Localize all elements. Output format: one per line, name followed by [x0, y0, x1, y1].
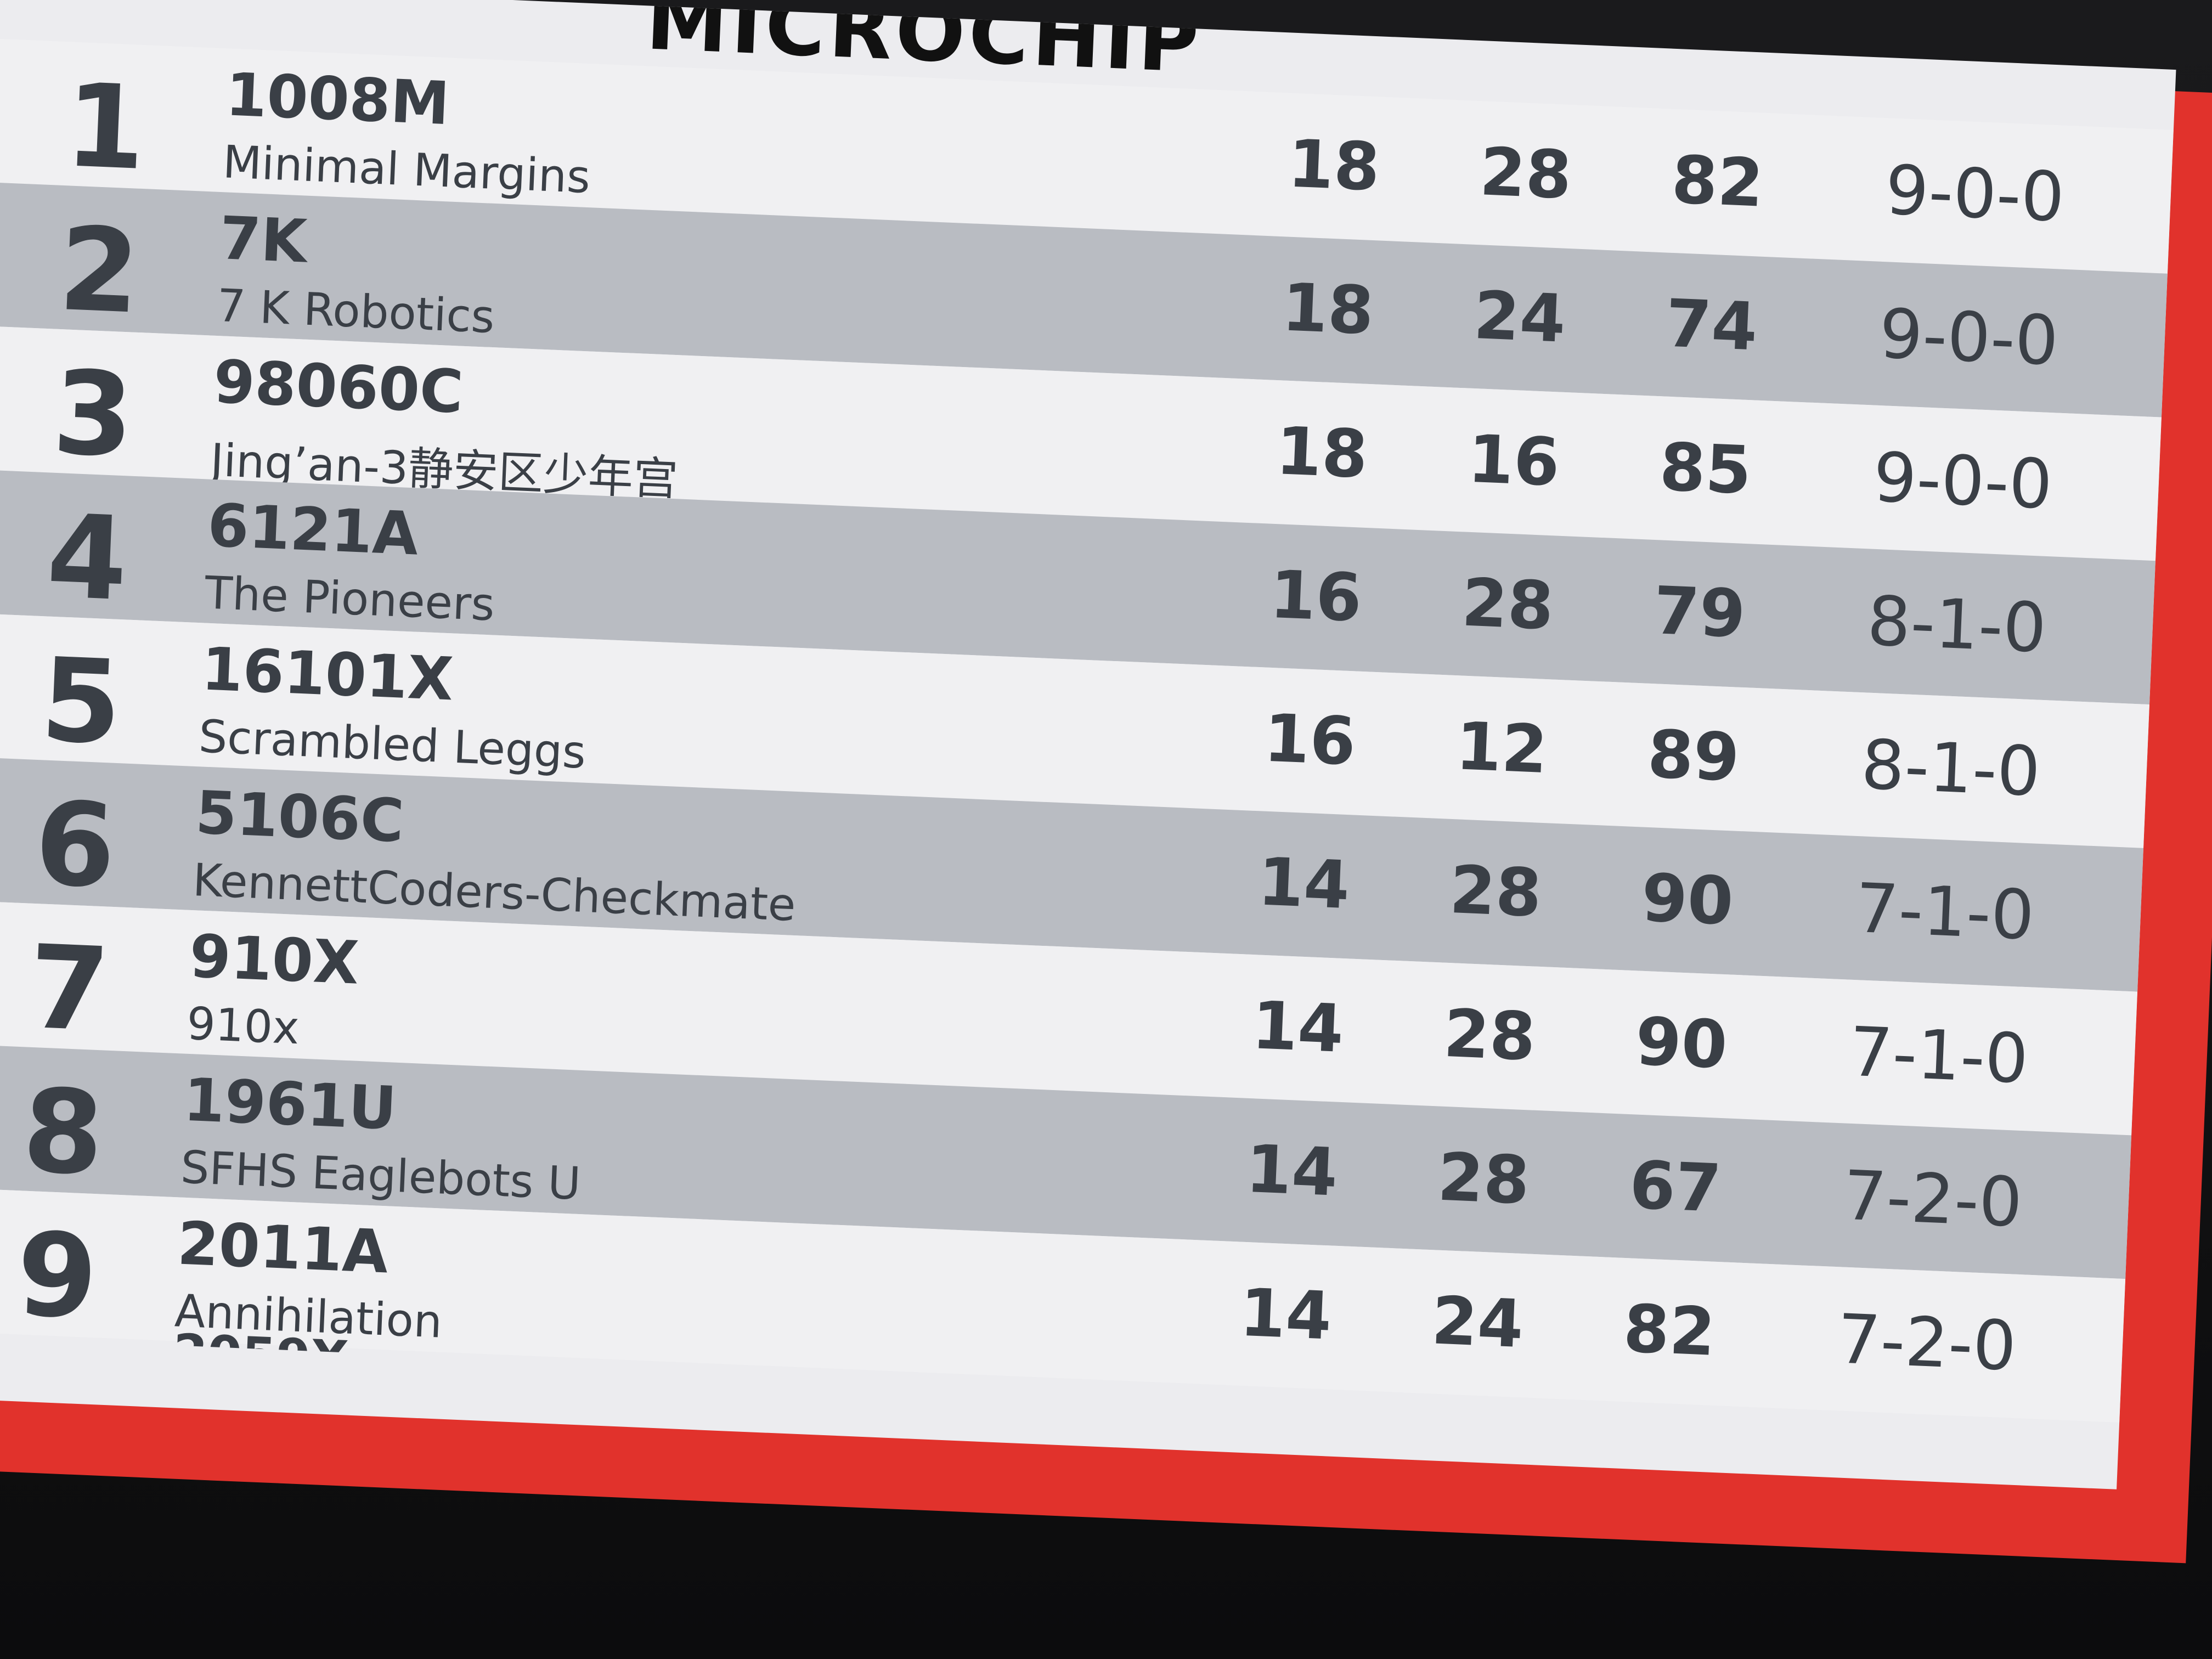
stat-wp: 14 [1256, 844, 1351, 924]
win-loss-tie: 7-2-0 [1836, 1300, 2018, 1386]
win-loss-tie: 8-1-0 [1859, 725, 2042, 812]
win-loss-tie: 7-1-0 [1847, 1012, 2030, 1099]
win-loss-tie: 7-2-0 [1842, 1156, 2024, 1243]
team-name: The Pioneers [204, 567, 496, 631]
team-name: 7 K Robotics [216, 279, 496, 344]
rank-number: 7 [26, 919, 112, 1058]
stat-wp: 18 [1286, 126, 1381, 206]
stat-sp: 90 [1634, 1003, 1729, 1084]
team-number: 1008M [224, 60, 451, 139]
team-number: 5106C [194, 778, 405, 856]
team-number: 16101X [200, 635, 455, 714]
team-number: 98060C [212, 347, 465, 427]
stat-wp: 14 [1238, 1274, 1333, 1355]
rank-number: 1 [62, 58, 149, 196]
stat-ap: 28 [1460, 565, 1555, 645]
stat-sp: 89 [1646, 716, 1741, 797]
rank-number: 3 [50, 345, 137, 483]
stat-ap: 16 [1466, 421, 1561, 501]
stat-ap: 24 [1430, 1283, 1525, 1363]
standings-screen: MICROCHIP 1 1008M Minimal Margins 18 28 … [0, 0, 2176, 1489]
stat-sp: 82 [1622, 1290, 1717, 1371]
stat-wp: 16 [1262, 700, 1357, 781]
win-loss-tie: 7-1-0 [1853, 869, 2036, 956]
stat-sp: 85 [1658, 429, 1753, 510]
rank-number: 2 [56, 201, 143, 340]
team-number: 6121A [206, 491, 420, 569]
stat-sp: 82 [1670, 142, 1765, 222]
rank-number: 6 [32, 776, 119, 914]
stat-sp: 74 [1664, 285, 1759, 366]
rank-number: 5 [38, 633, 125, 771]
stat-sp: 90 [1640, 860, 1735, 940]
stat-sp: 79 [1652, 573, 1747, 653]
rank-number: 9 [14, 1207, 100, 1345]
win-loss-tie: 9-0-0 [1871, 438, 2054, 525]
win-loss-tie: 8-1-0 [1865, 582, 2048, 669]
stat-ap: 12 [1454, 708, 1549, 789]
stat-ap: 28 [1448, 852, 1543, 932]
stat-ap: 24 [1472, 277, 1567, 358]
stat-wp: 14 [1250, 988, 1345, 1068]
win-loss-tie: 9-0-0 [1883, 151, 2066, 238]
stat-wp: 16 [1268, 556, 1363, 637]
stat-ap: 28 [1478, 134, 1573, 215]
stat-wp: 14 [1244, 1131, 1339, 1211]
photo-scene: MICROCHIP 1 1008M Minimal Margins 18 28 … [0, 0, 2212, 1659]
team-number: 7K [218, 204, 308, 276]
team-number: 1961U [182, 1065, 398, 1143]
team-number: 910X [188, 922, 360, 998]
stat-ap: 28 [1436, 1139, 1531, 1220]
stat-ap: 28 [1442, 995, 1537, 1076]
stat-sp: 67 [1628, 1147, 1723, 1228]
team-number: 2011A [176, 1209, 390, 1287]
rank-number: 8 [20, 1063, 106, 1201]
rank-number: 4 [44, 489, 131, 627]
win-loss-tie: 9-0-0 [1877, 294, 2060, 381]
stat-wp: 18 [1274, 413, 1369, 493]
stat-wp: 18 [1280, 269, 1375, 350]
team-name: Minimal Margins [222, 136, 591, 204]
team-name: 910x [185, 997, 301, 1055]
standings-table: 1 1008M Minimal Margins 18 28 82 9-0-0 2… [0, 38, 2174, 1423]
